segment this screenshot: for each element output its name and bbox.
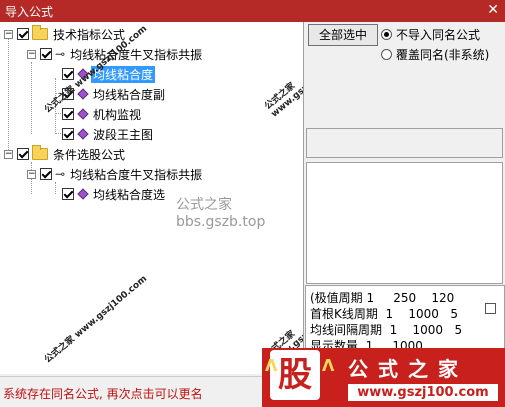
formula-info-panel — [306, 162, 503, 284]
horn-icon: ᐱ — [265, 356, 278, 375]
tree-checkbox[interactable] — [40, 168, 52, 180]
close-icon[interactable]: ✕ — [487, 2, 499, 18]
tree-checkbox[interactable] — [17, 28, 29, 40]
banner-url: www.gszj100.com — [348, 384, 498, 401]
key-icon: ⊸ — [55, 167, 66, 181]
tree-node-label: 波段王主图 — [93, 127, 154, 142]
title-bar: 导入公式 ✕ — [0, 0, 505, 22]
parameter-list[interactable]: (极值周期 1 250 120 首根K线周期 1 1000 5 均线间隔周期 1… — [305, 285, 505, 352]
tree-connector — [8, 36, 9, 154]
radio-skip-duplicate[interactable]: 不导入同名公式 — [381, 26, 480, 43]
formula-diamond-icon — [77, 108, 89, 120]
tree-node-formula[interactable]: − ⊸ 均线粘合度牛叉指标共振 — [27, 166, 204, 182]
watermark-stamp: 公式之家 www.gszj100.com — [263, 53, 304, 120]
key-icon: ⊸ — [55, 47, 66, 61]
radio-dot[interactable] — [381, 29, 392, 40]
tree-node-label: 技术指标公式 — [53, 27, 126, 42]
radio-label: 覆盖同名(非系统) — [396, 48, 490, 62]
tree-connector — [31, 62, 32, 134]
tree-node-label: 均线粘合度副 — [93, 87, 166, 102]
horn-icon: ᐱ — [322, 356, 335, 375]
tree-node-item[interactable]: 均线粘合度选 — [62, 186, 167, 202]
tree-node-item[interactable]: 波段王主图 — [62, 126, 155, 142]
tree-node-label: 均线粘合度牛叉指标共振 — [70, 167, 203, 182]
param-checkbox[interactable] — [485, 303, 496, 314]
tree-node-label: 条件选股公式 — [53, 147, 126, 162]
tree-node-item[interactable]: 机构监视 — [62, 106, 143, 122]
watermark-text: 公式之家 bbs.gszb.top — [176, 197, 266, 230]
formula-diamond-icon — [77, 188, 89, 200]
description-field[interactable] — [306, 128, 503, 158]
collapse-icon[interactable]: − — [4, 29, 13, 39]
formula-tree[interactable]: − 技术指标公式 − ⊸ 均线粘合度牛叉指标共振 均线粘合度 均线粘合度副 机构… — [0, 22, 304, 374]
formula-diamond-icon — [77, 128, 89, 140]
tree-connector — [55, 182, 56, 194]
folder-icon — [32, 25, 48, 40]
tree-checkbox[interactable] — [62, 128, 74, 140]
tree-checkbox[interactable] — [62, 108, 74, 120]
tree-node-label: 均线粘合度牛叉指标共振 — [70, 47, 203, 62]
tree-checkbox[interactable] — [62, 188, 74, 200]
folder-icon — [32, 145, 48, 160]
tree-checkbox[interactable] — [40, 48, 52, 60]
watermark-stamp: 公式之家 www.gszj100.com — [42, 273, 150, 366]
tree-node-screening[interactable]: − 条件选股公式 — [4, 145, 127, 162]
banner-name: 公式之家 — [348, 357, 468, 381]
param-row: 均线间隔周期 1 1000 5 — [310, 323, 463, 337]
radio-dot[interactable] — [381, 49, 392, 60]
collapse-icon[interactable]: − — [27, 169, 36, 179]
banner-glyph: 股 — [270, 350, 320, 400]
window-title: 导入公式 — [5, 5, 54, 19]
radio-overwrite[interactable]: 覆盖同名(非系统) — [381, 46, 489, 63]
status-text: 系统存在同名公式, 再次点击可以更名 — [3, 387, 203, 401]
site-banner: 股 ᐱ ᐱ 公式之家 www.gszj100.com — [262, 348, 505, 407]
collapse-icon[interactable]: − — [4, 149, 13, 159]
tree-node-label: 均线粘合度选 — [93, 187, 166, 202]
tree-node-label: 机构监视 — [93, 107, 142, 122]
tree-node-technical[interactable]: − 技术指标公式 — [4, 25, 127, 42]
radio-label: 不导入同名公式 — [396, 28, 481, 42]
param-row: 首根K线周期 1 1000 5 — [310, 307, 459, 321]
select-all-button[interactable]: 全部选中 — [308, 24, 378, 46]
tree-checkbox[interactable] — [17, 148, 29, 160]
collapse-icon[interactable]: − — [27, 49, 36, 59]
param-row: (极值周期 1 250 120 — [310, 291, 455, 305]
